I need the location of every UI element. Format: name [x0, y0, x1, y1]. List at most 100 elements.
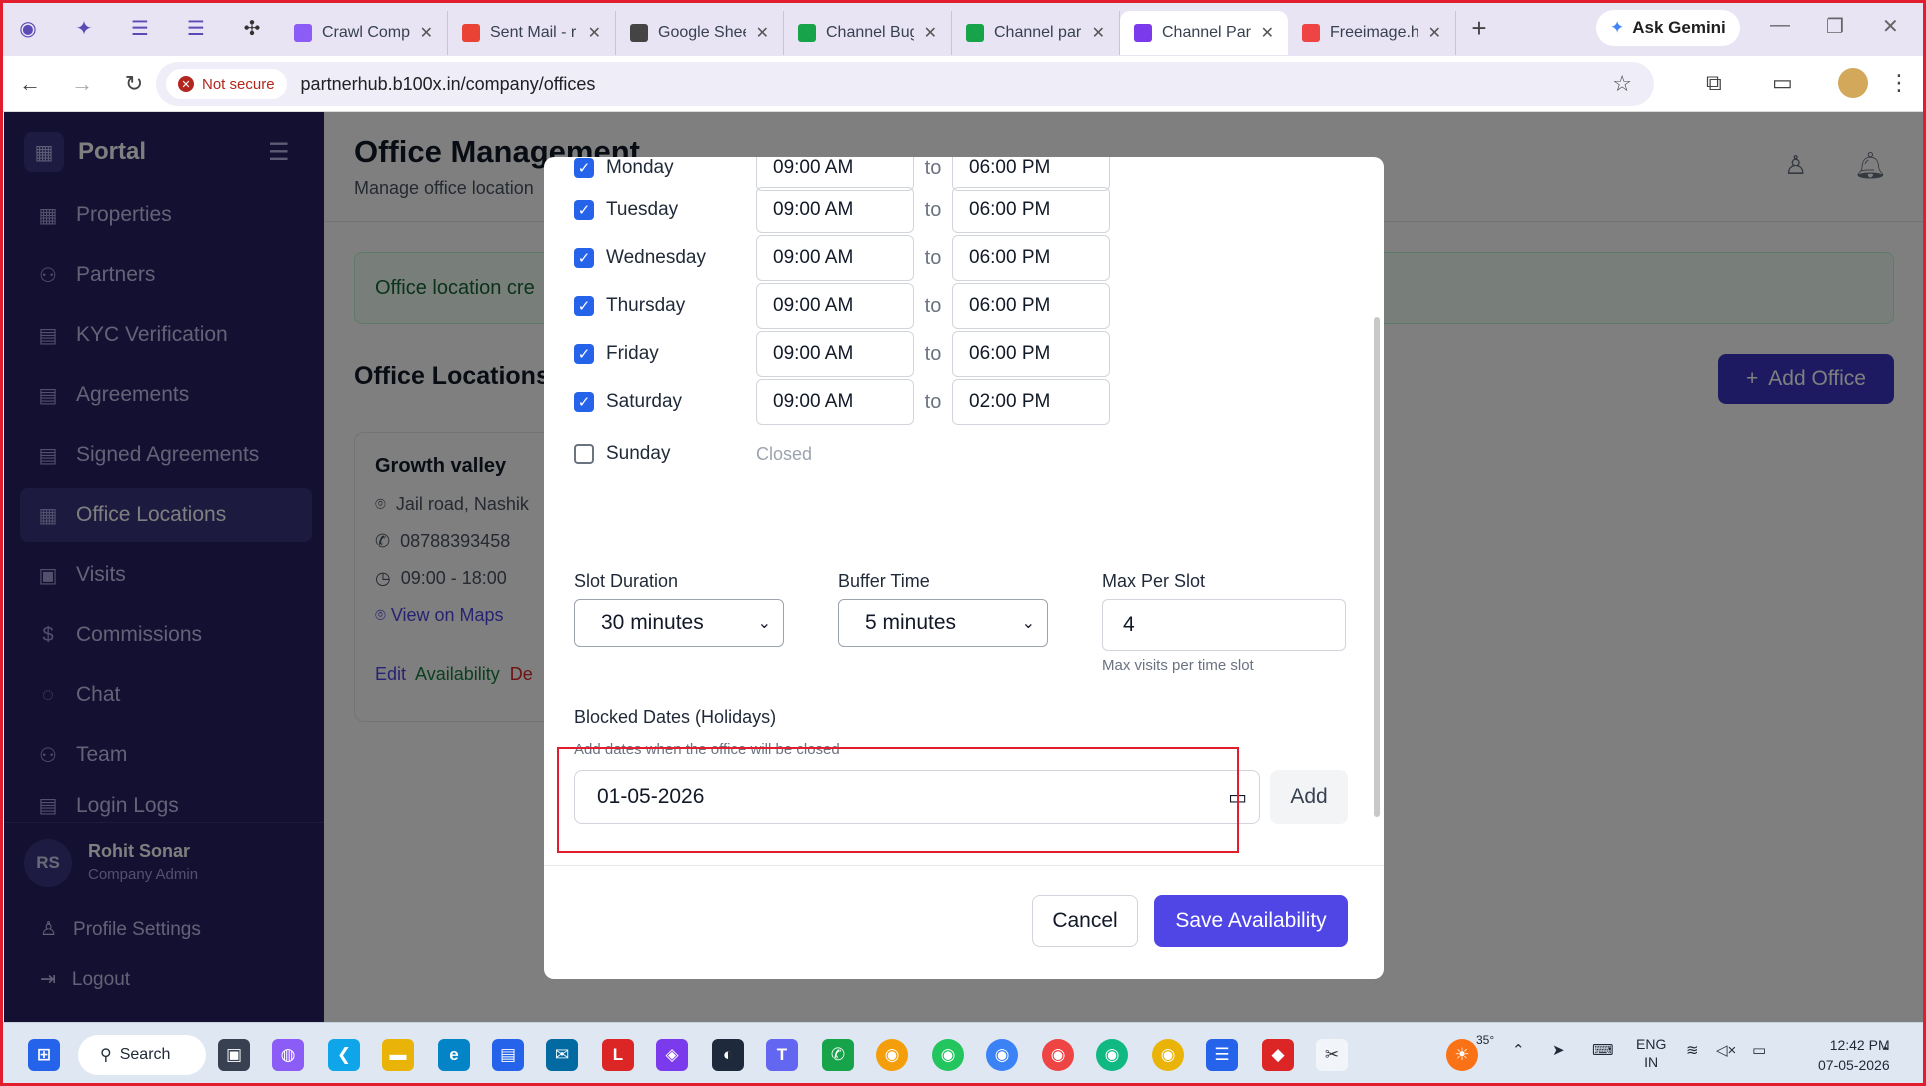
browser-tab[interactable]: Sent Mail - r ✕	[448, 11, 616, 55]
browser-tab[interactable]: Channel Bug ✕	[784, 11, 952, 55]
weather-icon[interactable]: ☀	[1446, 1039, 1478, 1071]
m365-icon[interactable]: ◈	[656, 1039, 688, 1071]
close-tab-icon[interactable]: ✕	[1092, 23, 1105, 43]
close-time-input[interactable]: 06:00 PM◷	[952, 331, 1110, 377]
open-time-input[interactable]: 09:00 AM◷	[756, 157, 914, 191]
day-checkbox[interactable]	[574, 444, 594, 464]
blocked-dates-label: Blocked Dates (Holidays)	[574, 707, 777, 727]
day-checkbox[interactable]: ✓	[574, 158, 594, 178]
max-per-slot-hint: Max visits per time slot	[1102, 657, 1254, 674]
cancel-button[interactable]: Cancel	[1032, 895, 1138, 947]
day-checkbox[interactable]: ✓	[574, 392, 594, 412]
modal-scrollbar[interactable]	[1374, 317, 1380, 817]
chrome-icon[interactable]: ◉	[1042, 1039, 1074, 1071]
extensions-icon[interactable]: ⧉	[1706, 70, 1722, 96]
chrome-icon[interactable]: ◉	[1152, 1039, 1184, 1071]
close-tab-icon[interactable]: ✕	[924, 23, 937, 43]
close-tab-icon[interactable]: ✕	[588, 23, 601, 43]
chrome-icon[interactable]: ◉	[1096, 1039, 1128, 1071]
browser-tab[interactable]: Channel par ✕	[952, 11, 1120, 55]
eclipse-icon[interactable]: ◐	[712, 1039, 744, 1071]
close-tab-icon[interactable]: ✕	[420, 23, 433, 43]
close-tab-icon[interactable]: ✕	[756, 23, 769, 43]
open-time-input[interactable]: 09:00 AM◷	[756, 331, 914, 377]
day-checkbox[interactable]: ✓	[574, 200, 594, 220]
edge-icon[interactable]: e	[438, 1039, 470, 1071]
ask-gemini-button[interactable]: ✦ Ask Gemini	[1596, 10, 1740, 46]
day-checkbox[interactable]: ✓	[574, 248, 594, 268]
close-time-input[interactable]: 06:00 PM◷	[952, 283, 1110, 329]
tab-search-icon[interactable]: ▭	[1772, 70, 1793, 96]
tab-favicon-icon	[294, 24, 312, 42]
minimize-icon[interactable]: —	[1770, 14, 1790, 37]
battery-icon[interactable]: ▭	[1752, 1041, 1766, 1059]
app-l-icon[interactable]: L	[602, 1039, 634, 1071]
keyboard-icon[interactable]: ⌨	[1592, 1041, 1614, 1059]
chrome-icon[interactable]: ◉	[986, 1039, 1018, 1071]
close-time-input[interactable]: 06:00 PM◷	[952, 157, 1110, 191]
open-time-input[interactable]: 09:00 AM◷	[756, 283, 914, 329]
pinned-tab-1[interactable]: ◉	[0, 0, 56, 56]
back-icon[interactable]: ←	[8, 71, 52, 97]
store-icon[interactable]: ▤	[492, 1039, 524, 1071]
location-icon[interactable]: ➤	[1552, 1041, 1565, 1059]
pinned-tab-3[interactable]: ☰	[112, 0, 168, 56]
start-icon[interactable]: ⊞	[28, 1039, 60, 1071]
restore-icon[interactable]: ❐	[1826, 14, 1844, 39]
browser-tab[interactable]: Channel Par ✕	[1120, 11, 1288, 55]
file-explorer-icon[interactable]: ▬	[382, 1039, 414, 1071]
vscode-icon[interactable]: ❮	[328, 1039, 360, 1071]
highlight-annotation	[557, 747, 1239, 853]
open-time-input[interactable]: 09:00 AM◷	[756, 235, 914, 281]
address-bar[interactable]: ✕ Not secure partnerhub.b100x.in/company…	[156, 62, 1654, 106]
chevron-up-icon[interactable]: ⌃	[1512, 1041, 1525, 1059]
taskbar-search[interactable]: ⚲ Search	[78, 1035, 206, 1075]
not-secure-chip[interactable]: ✕ Not secure	[166, 69, 287, 99]
forward-icon[interactable]: →	[60, 71, 104, 97]
search-icon: ⚲	[100, 1047, 112, 1064]
day-checkbox[interactable]: ✓	[574, 296, 594, 316]
max-per-slot-input[interactable]: 4	[1102, 599, 1346, 651]
teams-icon[interactable]: T	[766, 1039, 798, 1071]
system-clock[interactable]: 12:42 PM 07-05-2026	[1818, 1035, 1890, 1075]
pinned-tab-5[interactable]: ✣	[224, 0, 280, 56]
paint-icon[interactable]: ◆	[1262, 1039, 1294, 1071]
buffer-time-select[interactable]: 5 minutes ⌄	[838, 599, 1048, 647]
url-text[interactable]: partnerhub.b100x.in/company/offices	[301, 74, 596, 95]
slot-duration-select[interactable]: 30 minutes ⌄	[574, 599, 784, 647]
browser-tab[interactable]: Freeimage.h ✕	[1288, 11, 1456, 55]
open-time-input[interactable]: 09:00 AM◷	[756, 187, 914, 233]
bookmark-star-icon[interactable]: ☆	[1612, 71, 1632, 97]
outlook-icon[interactable]: ✉	[546, 1039, 578, 1071]
new-tab-button[interactable]: +	[1456, 13, 1502, 44]
whatsapp-icon[interactable]: ✆	[822, 1039, 854, 1071]
browser-tab[interactable]: Crawl Comp ✕	[280, 11, 448, 55]
notepad-icon[interactable]: ☰	[1206, 1039, 1238, 1071]
chrome-icon[interactable]: ◉	[932, 1039, 964, 1071]
reload-icon[interactable]: ↻	[112, 71, 156, 97]
pinned-tab-2[interactable]: ✦	[56, 0, 112, 56]
profile-avatar[interactable]	[1838, 68, 1868, 98]
copilot-icon[interactable]: ◍	[272, 1039, 304, 1071]
notification-icon[interactable]: ◔	[1880, 1041, 1889, 1058]
browser-tab[interactable]: Google Shee ✕	[616, 11, 784, 55]
menu-kebab-icon[interactable]: ⋮	[1888, 70, 1910, 96]
task-view-icon[interactable]: ▣	[218, 1039, 250, 1071]
close-time-input[interactable]: 02:00 PM◷	[952, 379, 1110, 425]
language-indicator[interactable]: ENG IN	[1636, 1035, 1666, 1071]
chrome-icon[interactable]: ◉	[876, 1039, 908, 1071]
save-availability-button[interactable]: Save Availability	[1154, 895, 1348, 947]
snipping-tool-icon[interactable]: ✂	[1316, 1039, 1348, 1071]
close-tab-icon[interactable]: ✕	[1261, 23, 1274, 43]
close-time-input[interactable]: 06:00 PM◷	[952, 235, 1110, 281]
day-checkbox[interactable]: ✓	[574, 344, 594, 364]
close-window-icon[interactable]: ✕	[1882, 14, 1899, 39]
open-time-input[interactable]: 09:00 AM◷	[756, 379, 914, 425]
wifi-icon[interactable]: ≋	[1686, 1041, 1699, 1059]
close-time-input[interactable]: 06:00 PM◷	[952, 187, 1110, 233]
volume-muted-icon[interactable]: ◁×	[1716, 1041, 1736, 1059]
pinned-tab-4[interactable]: ☰	[168, 0, 224, 56]
close-tab-icon[interactable]: ✕	[1428, 23, 1441, 43]
add-date-button[interactable]: Add	[1270, 770, 1348, 824]
day-row: ✓ Wednesday 09:00 AM◷ to 06:00 PM◷	[574, 235, 1134, 281]
